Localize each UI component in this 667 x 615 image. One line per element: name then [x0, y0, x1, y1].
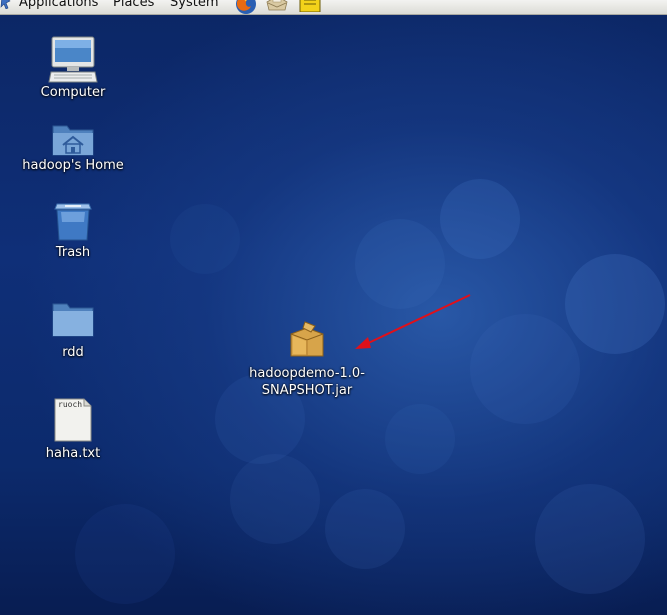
jar-package-icon [240, 320, 374, 362]
bokeh-circle [230, 454, 320, 544]
file-preview-text: ruoch [58, 400, 83, 409]
bokeh-circle [75, 504, 175, 604]
home-folder-icon [18, 121, 128, 157]
menu-places[interactable]: Places [113, 0, 154, 11]
desktop-icon-label: Trash [55, 245, 91, 260]
desktop-icon-home[interactable]: hadoop's Home [18, 121, 128, 174]
computer-icon [28, 36, 118, 84]
bokeh-circle [355, 219, 445, 309]
firefox-icon[interactable] [235, 0, 257, 14]
desktop-icon-computer[interactable]: Computer [28, 36, 118, 101]
desktop-icon-rdd[interactable]: rdd [37, 300, 109, 361]
menu-applications[interactable]: Applications [19, 0, 98, 11]
bokeh-circle [325, 489, 405, 569]
bokeh-circle [565, 254, 665, 354]
menu-system[interactable]: System [170, 0, 218, 11]
bokeh-circle [470, 314, 580, 424]
bokeh-circle [170, 204, 240, 274]
desktop-icon-hadoopdemo-jar[interactable]: hadoopdemo-1.0- SNAPSHOT.jar [240, 320, 374, 399]
desktop-icon-haha-txt[interactable]: ruoch haha.txt [37, 398, 109, 462]
desktop-icon-trash[interactable]: Trash [37, 198, 109, 261]
top-panel: Applications Places System [0, 0, 667, 15]
applications-icon[interactable] [0, 0, 12, 10]
desktop-icon-label: rdd [62, 345, 84, 360]
desktop-icon-label: hadoop's Home [22, 158, 124, 173]
mail-client-icon[interactable] [265, 0, 288, 12]
desktop-icon-label-line2: SNAPSHOT.jar [261, 383, 353, 398]
desktop-icon-label: haha.txt [45, 446, 101, 461]
notes-icon[interactable] [299, 0, 321, 13]
text-file-icon: ruoch [54, 398, 92, 442]
desktop-icon-label-line1: hadoopdemo-1.0- [249, 366, 365, 381]
trash-icon [37, 198, 109, 244]
bokeh-circle [535, 484, 645, 594]
folder-icon [37, 300, 109, 338]
bokeh-circle [385, 404, 455, 474]
bokeh-circle [440, 179, 520, 259]
desktop-icon-label: Computer [40, 85, 106, 100]
